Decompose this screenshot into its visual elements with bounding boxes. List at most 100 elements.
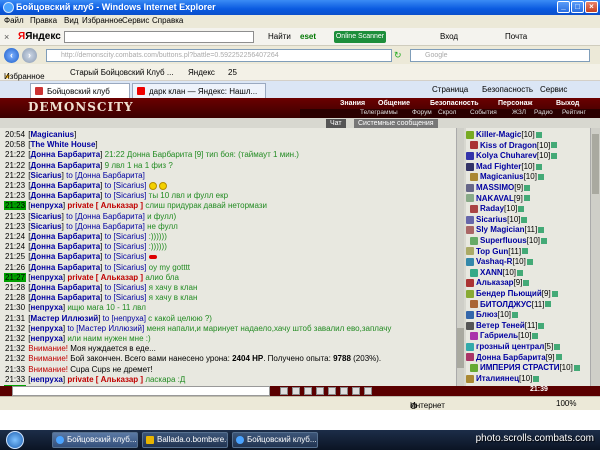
- user-list-item[interactable]: Альказар[9]: [466, 278, 530, 288]
- user-name[interactable]: Донна Барбарита: [476, 353, 546, 362]
- user-list-item[interactable]: Killer-Magic[10]: [466, 130, 542, 140]
- message-author[interactable]: непруха: [31, 201, 63, 210]
- user-name[interactable]: грозный централ: [476, 342, 544, 351]
- forward-icon[interactable]: ›: [22, 48, 37, 63]
- message-recipient[interactable]: to [Донна Барбарита]: [66, 171, 145, 180]
- info-icon[interactable]: [554, 343, 561, 350]
- nav-communication[interactable]: Общение: [378, 100, 410, 107]
- user-list-item[interactable]: XANN[10]: [470, 268, 524, 278]
- message-recipient[interactable]: to [Мастер Иллюзий]: [67, 324, 144, 333]
- clan-icon[interactable]: [466, 258, 474, 267]
- info-icon[interactable]: [522, 248, 529, 255]
- message-recipient[interactable]: to [Sicarius]: [105, 263, 147, 272]
- online-scanner-button[interactable]: Online Scanner: [334, 31, 386, 43]
- user-list-item[interactable]: грозный централ[5]: [466, 342, 561, 352]
- chat-tool-icon[interactable]: [352, 387, 360, 395]
- message-author[interactable]: Донна Барбарита: [31, 252, 101, 261]
- user-list-item[interactable]: БИТОЛДЖУС[11]: [470, 300, 552, 310]
- refresh-icon[interactable]: ↻: [394, 50, 402, 61]
- message-recipient[interactable]: to [Sicarius]: [105, 191, 147, 200]
- taskbar-item-fight-club[interactable]: Бойцовский клуб...: [52, 432, 138, 448]
- user-name[interactable]: Италиянец: [476, 374, 519, 383]
- start-button-icon[interactable]: [6, 431, 24, 449]
- clan-icon[interactable]: [470, 300, 478, 309]
- subnav-events[interactable]: События: [470, 109, 497, 116]
- message-recipient[interactable]: to [Sicarius]: [105, 283, 147, 292]
- message-author[interactable]: непруха: [31, 375, 63, 384]
- info-icon[interactable]: [538, 227, 545, 234]
- window-titlebar[interactable]: Бойцовский клуб - Windows Internet Explo…: [0, 0, 600, 15]
- message-author[interactable]: Донна Барбарита: [31, 150, 101, 159]
- info-icon[interactable]: [523, 280, 530, 287]
- menu-file[interactable]: Файл: [4, 16, 24, 25]
- message-author[interactable]: Sicarius: [31, 212, 62, 221]
- chat-tool-icon[interactable]: [364, 387, 372, 395]
- nav-exit[interactable]: Выход: [556, 100, 579, 107]
- clan-icon[interactable]: [470, 173, 478, 182]
- clan-icon[interactable]: [470, 236, 478, 245]
- user-name[interactable]: Raday: [480, 204, 504, 213]
- menu-tools[interactable]: Сервис: [122, 16, 149, 25]
- info-icon[interactable]: [555, 354, 562, 361]
- clan-icon[interactable]: [466, 247, 474, 256]
- message-author[interactable]: непруха: [31, 273, 63, 282]
- user-list-item[interactable]: Габриель[10]: [470, 331, 539, 341]
- message-recipient[interactable]: to [Sicarius]: [105, 242, 147, 251]
- user-list-item[interactable]: MASSIMO[9]: [466, 183, 531, 193]
- close-button[interactable]: ×: [585, 1, 598, 13]
- clan-icon[interactable]: [466, 374, 474, 383]
- user-list-item[interactable]: Донна Барбарита[9]: [466, 353, 562, 363]
- mail-button[interactable]: Почта: [505, 32, 527, 41]
- chat-log[interactable]: 20:54 [Magicanius] 20:58 [The White House…: [0, 128, 460, 386]
- user-list-item[interactable]: Италиянец[10]: [466, 374, 540, 384]
- user-list-item[interactable]: Блюз[10]: [466, 310, 518, 320]
- clan-icon[interactable]: [466, 183, 474, 192]
- user-name[interactable]: Габриель: [480, 331, 518, 340]
- message-author[interactable]: непруха: [31, 303, 63, 312]
- user-list-item[interactable]: Superfluous[10]: [470, 236, 548, 246]
- user-name[interactable]: Блюз: [476, 310, 498, 319]
- message-author[interactable]: Донна Барбарита: [31, 293, 101, 302]
- message-recipient[interactable]: to [Sicarius]: [105, 181, 147, 190]
- clan-icon[interactable]: [470, 268, 478, 277]
- chat-tool-icon[interactable]: [280, 387, 288, 395]
- info-icon[interactable]: [523, 195, 530, 202]
- user-list-item[interactable]: Sly Magician[11]: [466, 225, 545, 235]
- clan-icon[interactable]: [466, 311, 474, 320]
- user-list-item[interactable]: Ветер Теней[11]: [466, 321, 545, 331]
- eset-icon[interactable]: eset: [300, 32, 316, 41]
- message-recipient[interactable]: to [Sicarius]: [105, 252, 147, 261]
- user-list-item[interactable]: Top Gun[11]: [466, 247, 529, 257]
- info-icon[interactable]: [551, 142, 558, 149]
- subnav-zhzl[interactable]: ЖЗЛ: [512, 109, 526, 116]
- clan-icon[interactable]: [466, 194, 474, 203]
- info-icon[interactable]: [538, 322, 545, 329]
- user-name[interactable]: Альказар: [476, 278, 514, 287]
- clan-icon[interactable]: [466, 353, 474, 362]
- subnav-radio[interactable]: Радио: [534, 109, 553, 116]
- user-name[interactable]: Superfluous: [480, 236, 527, 245]
- clan-icon[interactable]: [466, 321, 474, 330]
- user-name[interactable]: БИТОЛДЖУС: [480, 300, 532, 309]
- message-author[interactable]: Донна Барбарита: [31, 232, 101, 241]
- clan-icon[interactable]: [466, 342, 474, 351]
- message-author[interactable]: непруха: [31, 334, 63, 343]
- info-icon[interactable]: [541, 237, 548, 244]
- user-name[interactable]: XANN: [480, 268, 503, 277]
- menu-edit[interactable]: Правка: [30, 16, 57, 25]
- taskbar-item-fight-club-2[interactable]: Бойцовский клуб...: [232, 432, 318, 448]
- info-icon[interactable]: [533, 375, 540, 382]
- subnav-telegrams[interactable]: Телеграммы: [360, 109, 398, 116]
- user-name[interactable]: NAKAVAL: [476, 194, 514, 203]
- info-icon[interactable]: [535, 131, 542, 138]
- message-author[interactable]: Донна Барбарита: [31, 191, 101, 200]
- find-button[interactable]: Найти: [268, 32, 291, 41]
- menu-help[interactable]: Справка: [152, 16, 183, 25]
- clan-icon[interactable]: [466, 279, 474, 288]
- message-recipient[interactable]: to [Донна Барбарита]: [66, 212, 145, 221]
- user-name[interactable]: Magicanius: [480, 172, 524, 181]
- page-menu[interactable]: Страница: [432, 85, 468, 94]
- user-name[interactable]: Kolya Chuharev: [476, 151, 537, 160]
- message-recipient[interactable]: to [Sicarius]: [105, 293, 147, 302]
- private-marker[interactable]: private [ Альказар ]: [67, 201, 143, 210]
